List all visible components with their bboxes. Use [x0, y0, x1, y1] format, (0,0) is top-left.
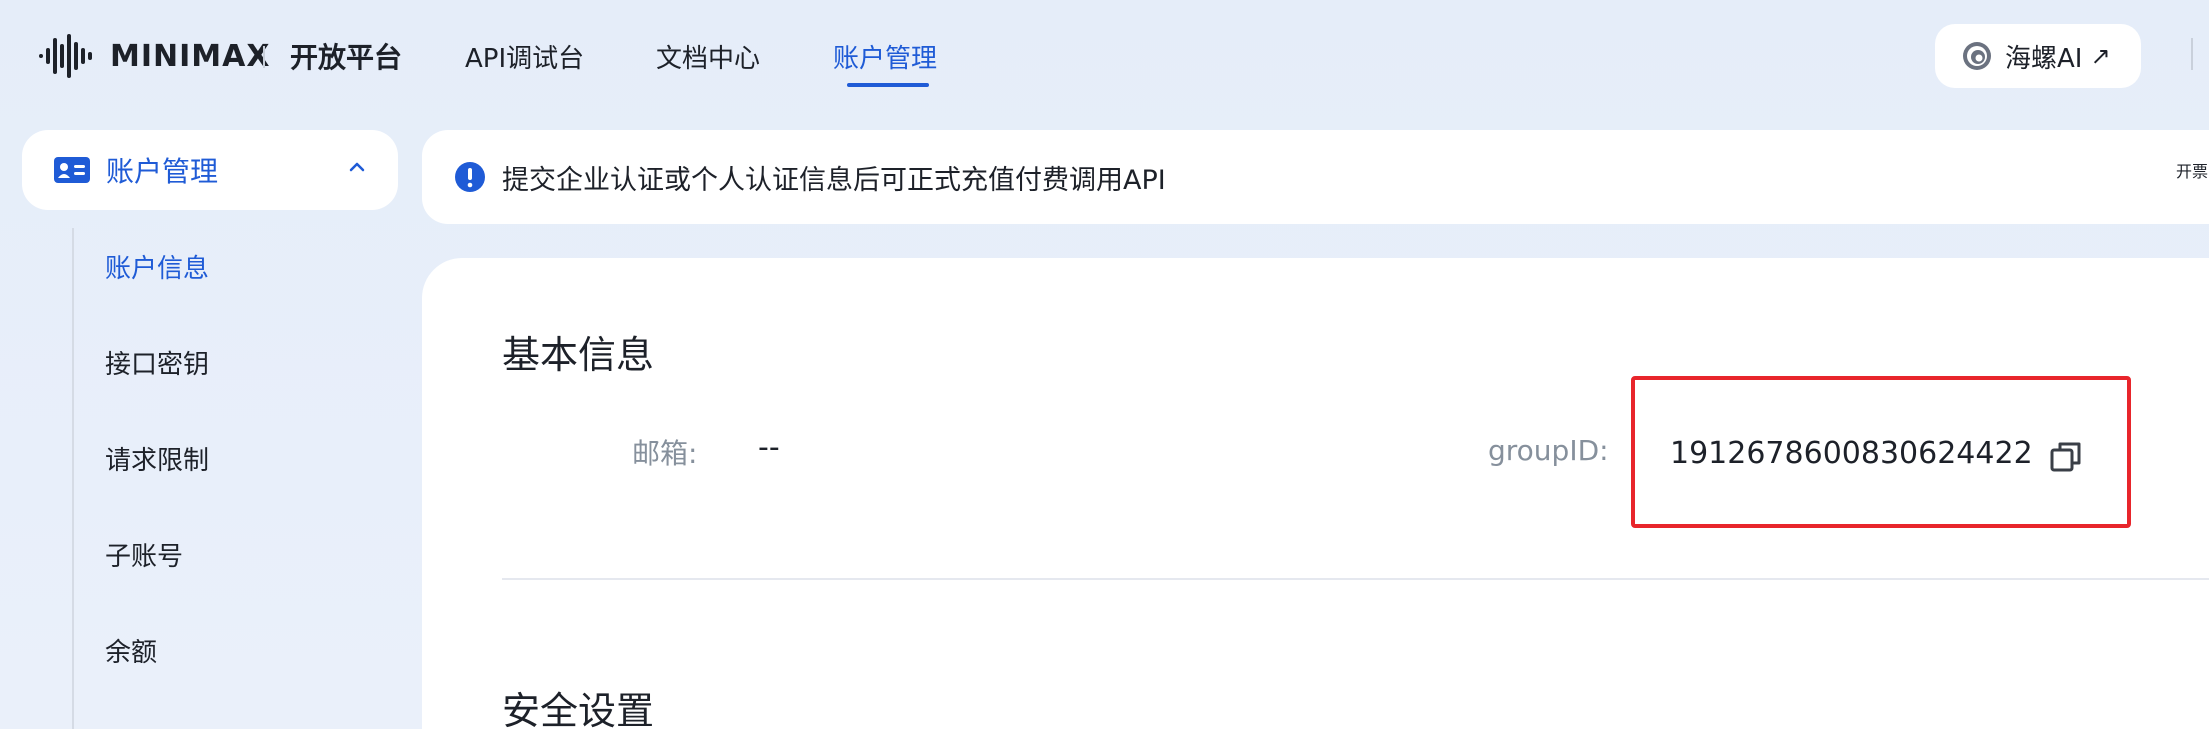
sidebar-item-account-info[interactable]: 账户信息 — [105, 248, 209, 285]
id-card-icon — [54, 157, 90, 183]
sidebar-tree-line — [72, 228, 74, 729]
notice-text: 提交企业认证或个人认证信息后可正式充值付费调用API — [502, 164, 1166, 196]
top-navigation-bar: MINIMAX 开放平台 API调试台 文档中心 账户管理 海螺AI ↗ — [0, 0, 2209, 112]
platform-title[interactable]: 开放平台 — [290, 36, 402, 76]
nav-api-console[interactable]: API调试台 — [465, 38, 584, 75]
section-divider — [502, 578, 2209, 580]
hailuo-ai-button[interactable]: 海螺AI ↗ — [1935, 24, 2141, 88]
email-label: 邮箱: — [632, 437, 698, 470]
chevron-up-icon[interactable] — [348, 158, 366, 176]
page: MINIMAX 开放平台 API调试台 文档中心 账户管理 海螺AI ↗ 账户管… — [0, 0, 2209, 729]
sidebar-group-label: 账户管理 — [106, 155, 219, 188]
hailuo-spiral-icon — [1963, 42, 1991, 70]
sidebar-group-account-management[interactable]: 账户管理 — [22, 130, 398, 210]
sidebar-item-sub-accounts[interactable]: 子账号 — [105, 536, 183, 573]
notice-link[interactable]: 开票 — [2176, 158, 2208, 182]
group-id-highlight-box — [1631, 376, 2131, 528]
sidebar-item-balance[interactable]: 余额 — [105, 632, 157, 669]
sidebar-item-rate-limits[interactable]: 请求限制 — [105, 440, 209, 477]
security-settings-title: 安全设置 — [502, 689, 655, 729]
nav-account-management[interactable]: 账户管理 — [833, 38, 937, 75]
hailuo-ai-label: 海螺AI — [2005, 43, 2083, 74]
waveform-logo-icon — [39, 34, 92, 78]
external-link-icon: ↗ — [2090, 42, 2111, 70]
email-value: -- — [758, 430, 780, 465]
basic-info-title: 基本信息 — [502, 333, 655, 377]
verification-notice-bar: 提交企业认证或个人认证信息后可正式充值付费调用API — [422, 130, 2209, 224]
info-icon — [455, 162, 485, 192]
logo-text: MINIMAX — [110, 38, 271, 74]
sidebar-item-api-keys[interactable]: 接口密钥 — [105, 344, 209, 381]
group-id-label: groupID: — [1488, 434, 1609, 467]
header-right-divider — [2191, 38, 2193, 70]
logo-divider — [263, 46, 265, 68]
nav-active-indicator — [847, 83, 929, 87]
nav-docs-center[interactable]: 文档中心 — [656, 38, 760, 75]
minimax-logo[interactable]: MINIMAX — [38, 30, 271, 82]
